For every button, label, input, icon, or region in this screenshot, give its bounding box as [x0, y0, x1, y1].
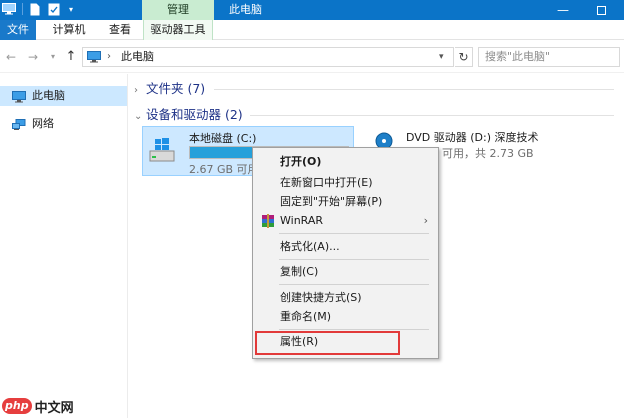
breadcrumb[interactable]: 此电脑 [121, 48, 154, 66]
breadcrumb-chevron-icon[interactable]: › [107, 48, 111, 66]
divider [250, 115, 614, 116]
maximize-icon [596, 6, 606, 15]
menu-separator [279, 329, 429, 330]
watermark-text: 中文网 [34, 400, 74, 416]
tab-drive-tools[interactable]: 驱动器工具 [143, 20, 213, 40]
menu-item-create-shortcut[interactable]: 创建快捷方式(S) [255, 288, 436, 308]
sidebar-item-label: 此电脑 [32, 89, 65, 102]
ribbon-tabs: 文件 计算机 查看 驱动器工具 [0, 20, 624, 40]
maximize-button[interactable] [590, 0, 612, 20]
menu-item-open[interactable]: 打开(O) [255, 152, 436, 172]
this-pc-icon[interactable] [2, 2, 16, 16]
quick-access-dropdown-icon[interactable]: ▾ [66, 2, 76, 16]
menu-item-winrar[interactable]: WinRAR › [255, 211, 436, 231]
windows-drive-icon [149, 137, 175, 163]
forward-arrow-icon[interactable]: → [26, 49, 40, 65]
manage-context-tab[interactable]: 管理 [142, 0, 214, 20]
sidebar-item-label: 网络 [32, 117, 54, 130]
sidebar-item-this-pc[interactable]: 此电脑 [0, 86, 127, 106]
submenu-arrow-icon: › [423, 214, 428, 227]
chevron-down-icon: ⌄ [134, 111, 143, 122]
drive-name: 本地磁盘 (C:) [189, 132, 257, 145]
address-bar[interactable]: › 此电脑 ▾ [82, 47, 454, 67]
computer-icon [12, 90, 26, 103]
menu-item-rename[interactable]: 重命名(M) [255, 307, 436, 327]
sidebar-item-network[interactable]: 网络 [0, 114, 127, 134]
properties-highlight-box [255, 331, 400, 355]
group-header-devices[interactable]: ⌄ 设备和驱动器 (2) [134, 106, 243, 124]
group-label: 设备和驱动器 (2) [146, 107, 243, 122]
minimize-button[interactable]: — [552, 0, 574, 20]
refresh-button[interactable]: ↻ [455, 47, 473, 67]
chevron-right-icon: › [134, 85, 138, 96]
menu-item-open-new-window[interactable]: 在新窗口中打开(E) [255, 173, 436, 193]
quick-access-separator [22, 3, 23, 15]
menu-separator [279, 284, 429, 285]
recent-locations-chevron-icon[interactable]: ▾ [46, 49, 60, 65]
tab-file[interactable]: 文件 [0, 20, 36, 40]
group-header-folders[interactable]: › 文件夹 (7) [134, 80, 205, 98]
drive-name: DVD 驱动器 (D:) 深度技术 [406, 131, 539, 144]
new-folder-icon[interactable] [48, 2, 60, 16]
tab-computer[interactable]: 计算机 [44, 20, 94, 40]
watermark: php 中文网 [2, 396, 74, 416]
winrar-icon [261, 214, 275, 228]
network-icon [12, 118, 26, 130]
computer-icon [87, 51, 101, 63]
window-title: 此电脑 [229, 3, 262, 16]
address-row: ← → ▾ ↑ › 此电脑 ▾ ↻ 搜索"此电脑" [0, 41, 624, 73]
divider [214, 89, 614, 90]
watermark-badge: php [2, 398, 32, 414]
title-bar: ▾ 管理 此电脑 — [0, 0, 624, 20]
up-arrow-icon[interactable]: ↑ [64, 49, 78, 65]
group-label: 文件夹 (7) [146, 81, 206, 96]
address-dropdown-icon[interactable]: ▾ [439, 48, 444, 66]
navigation-pane: 此电脑 网络 [0, 74, 128, 418]
menu-separator [279, 233, 429, 234]
tab-view[interactable]: 查看 [102, 20, 138, 40]
context-menu: 打开(O) 在新窗口中打开(E) 固定到"开始"屏幕(P) WinRAR › 格… [252, 147, 439, 359]
menu-item-label: WinRAR [280, 214, 324, 227]
menu-item-format[interactable]: 格式化(A)... [255, 237, 436, 257]
back-arrow-icon[interactable]: ← [4, 49, 18, 65]
search-input[interactable]: 搜索"此电脑" [478, 47, 620, 67]
menu-item-copy[interactable]: 复制(C) [255, 262, 436, 282]
properties-icon[interactable] [30, 2, 40, 16]
menu-separator [279, 259, 429, 260]
menu-item-pin-to-start[interactable]: 固定到"开始"屏幕(P) [255, 192, 436, 212]
